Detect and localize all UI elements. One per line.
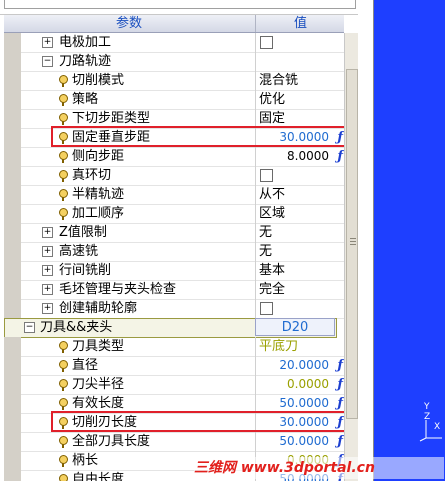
group-label: 行间铣削 (59, 263, 112, 278)
group-label: 刀具&&夹头 (40, 320, 113, 335)
parameter-icon (59, 379, 68, 391)
vertical-scrollbar[interactable] (344, 33, 358, 481)
param-value[interactable]: 50.0000 (279, 432, 329, 451)
electrode-checkbox[interactable] (260, 36, 273, 49)
collapse-icon[interactable]: − (24, 322, 35, 333)
parameter-icon (59, 474, 68, 481)
group-row-between-passes[interactable]: + 行间铣削 基本 (4, 261, 344, 281)
param-row-strategy[interactable]: 策略 优化 (4, 90, 344, 110)
param-column-header[interactable]: 参数 (4, 15, 254, 32)
param-label: 自由长度 (72, 472, 125, 481)
watermark: 三维网 www.3dportal.cn (194, 460, 375, 476)
axis-y-label: Y (424, 402, 430, 412)
parameter-icon (59, 151, 68, 163)
parameter-icon (59, 360, 68, 372)
param-row-diameter[interactable]: 直径 20.0000 ƒ (4, 356, 344, 376)
formula-icon[interactable]: ƒ (337, 432, 343, 451)
group-row-electrode[interactable]: + 电极加工 (4, 33, 344, 53)
param-row-side-step[interactable]: 侧向步距 8.0000 ƒ (4, 147, 344, 167)
collapse-icon[interactable]: − (42, 56, 53, 67)
parameter-icon (59, 75, 68, 87)
cad-viewport[interactable]: Y Z X (358, 0, 445, 481)
parameter-icon (59, 208, 68, 220)
param-row-tool-type[interactable]: 刀具类型 平底刀 (4, 337, 344, 357)
group-label: 毛坯管理与夹头检查 (59, 282, 177, 297)
formula-icon[interactable]: ƒ (337, 356, 343, 375)
param-row-cut-mode[interactable]: 切削模式 混合铣 (4, 71, 344, 91)
parameter-icon (59, 94, 68, 106)
group-value[interactable]: 基本 (259, 261, 285, 280)
group-row-hsm[interactable]: + 高速铣 无 (4, 242, 344, 262)
param-label: 切削模式 (72, 73, 125, 88)
param-value[interactable]: 区域 (259, 204, 285, 223)
highlight-box-cutting-edge (51, 411, 352, 432)
param-row-semi-finish[interactable]: 半精轨迹 从不 (4, 185, 344, 205)
parameter-icon (59, 455, 68, 467)
param-value[interactable]: 20.0000 (279, 356, 329, 375)
parameter-panel: 参数 值 + 电极加工 − 刀路轨迹 切削模式 混合铣 策略 优化 下切步距类型… (0, 0, 358, 481)
param-label: 刀具类型 (72, 339, 125, 354)
expand-icon[interactable]: + (42, 227, 53, 238)
value-column-header[interactable]: 值 (255, 15, 345, 32)
group-label: 高速铣 (59, 244, 99, 259)
group-row-toolpath[interactable]: − 刀路轨迹 (4, 52, 344, 72)
param-label: 柄长 (72, 453, 99, 468)
scrollbar-thumb[interactable] (346, 69, 358, 419)
param-row-true-loop[interactable]: 真环切 (4, 166, 344, 186)
param-label: 全部刀具长度 (72, 434, 151, 449)
group-row-z-limit[interactable]: + Z值限制 无 (4, 223, 344, 243)
expand-icon[interactable]: + (42, 37, 53, 48)
parameter-icon (59, 189, 68, 201)
param-label: 刀尖半径 (72, 377, 125, 392)
parameter-icon (59, 436, 68, 448)
expand-icon[interactable]: + (42, 265, 53, 276)
param-row-total-tool-length[interactable]: 全部刀具长度 50.0000 ƒ (4, 432, 344, 452)
param-row-machining-order[interactable]: 加工顺序 区域 (4, 204, 344, 224)
parameter-icon (59, 170, 68, 182)
param-label: 直径 (72, 358, 99, 373)
axis-triad-icon (419, 420, 442, 442)
group-label: 创建辅助轮廓 (59, 301, 138, 316)
group-label: 刀路轨迹 (59, 54, 112, 69)
param-value[interactable]: 平底刀 (259, 337, 298, 356)
parameter-icon (59, 113, 68, 125)
param-label: 侧向步距 (72, 149, 125, 164)
param-value[interactable]: 8.0000 (287, 147, 329, 166)
expand-icon[interactable]: + (42, 246, 53, 257)
param-value[interactable]: 从不 (259, 185, 285, 204)
param-label: 真环切 (72, 168, 112, 183)
parameter-icon (59, 341, 68, 353)
formula-icon[interactable]: ƒ (337, 147, 343, 166)
group-label: Z值限制 (59, 225, 107, 240)
tool-selector[interactable]: D20 (255, 318, 335, 336)
param-label: 加工顺序 (72, 206, 125, 221)
param-value[interactable]: 优化 (259, 90, 285, 109)
expand-icon[interactable]: + (42, 303, 53, 314)
group-row-stock[interactable]: + 毛坯管理与夹头检查 完全 (4, 280, 344, 300)
formula-icon[interactable]: ƒ (337, 375, 343, 394)
viewport-divider[interactable] (358, 0, 374, 481)
group-label: 电极加工 (59, 35, 112, 50)
parameter-icon (59, 398, 68, 410)
expand-icon[interactable]: + (42, 284, 53, 295)
top-strip (0, 0, 358, 15)
param-label: 半精轨迹 (72, 187, 125, 202)
group-row-tool[interactable]: − 刀具&&夹头 D20 (4, 318, 344, 338)
group-value[interactable]: 无 (259, 242, 272, 261)
group-value[interactable]: 无 (259, 223, 272, 242)
group-value[interactable]: 完全 (259, 280, 285, 299)
parameter-grid: + 电极加工 − 刀路轨迹 切削模式 混合铣 策略 优化 下切步距类型 固定 固… (4, 33, 352, 481)
param-value[interactable]: 混合铣 (259, 71, 298, 90)
aux-contour-checkbox[interactable] (260, 302, 273, 315)
param-label: 策略 (72, 92, 99, 107)
param-value[interactable]: 0.0000 (287, 375, 329, 394)
param-row-corner-radius[interactable]: 刀尖半径 0.0000 ƒ (4, 375, 344, 395)
true-loop-checkbox[interactable] (260, 169, 273, 182)
grid-header: 参数 值 (4, 15, 344, 33)
group-row-aux-contour[interactable]: + 创建辅助轮廓 (4, 299, 344, 319)
highlight-box-vertical-step (51, 126, 352, 147)
